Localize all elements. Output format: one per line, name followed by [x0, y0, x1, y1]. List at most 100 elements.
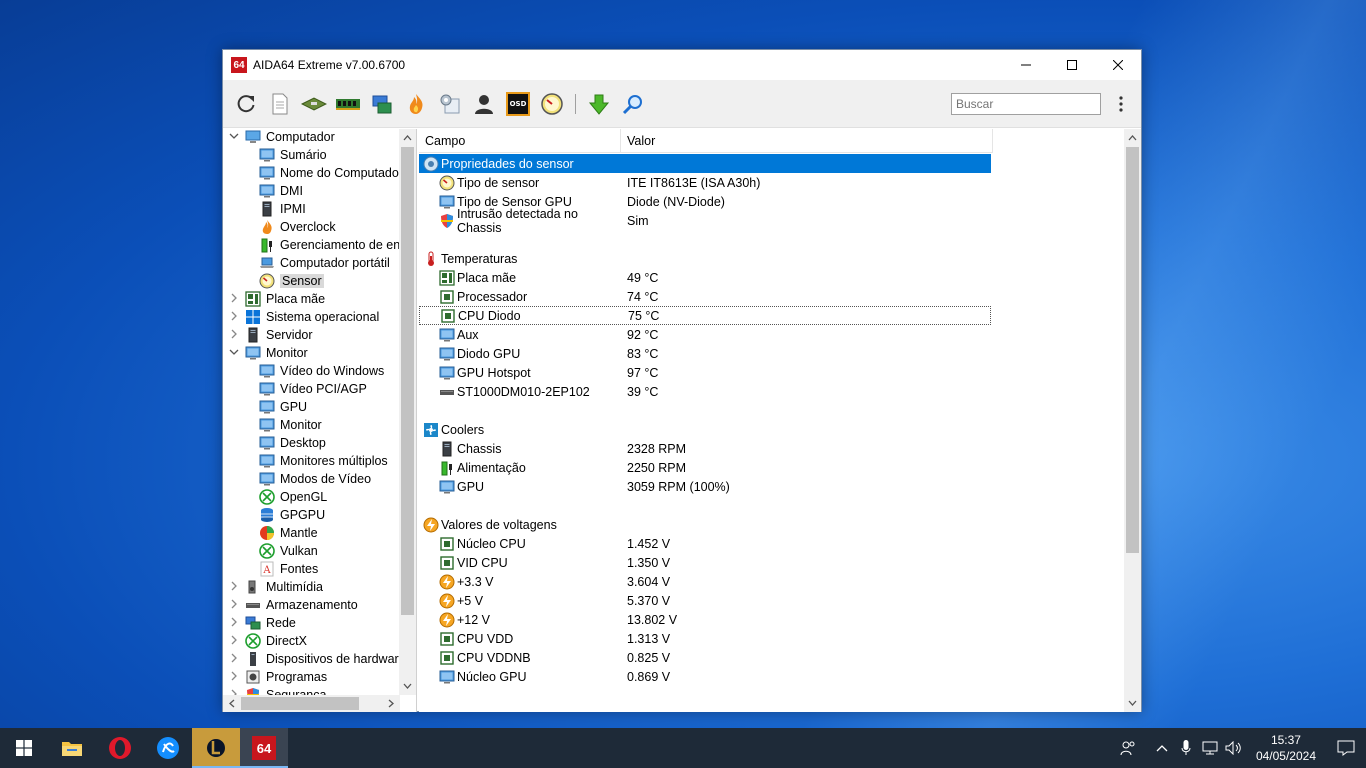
- more-options-button[interactable]: [1107, 90, 1135, 118]
- tree-item-computador-portátil[interactable]: Computador portátil: [247, 254, 390, 272]
- sensor-row[interactable]: Processador 74 °C: [419, 287, 991, 306]
- sensor-row[interactable]: ST1000DM010-2EP102 39 °C: [419, 382, 991, 401]
- tree-item-sensor[interactable]: Sensor: [247, 272, 324, 290]
- people-button[interactable]: [1116, 728, 1140, 768]
- sensor-row[interactable]: CPU Diodo 75 °C: [419, 306, 991, 325]
- sensor-row[interactable]: Alimentação 2250 RPM: [419, 458, 991, 477]
- expand-icon[interactable]: [227, 329, 241, 342]
- show-hidden-icons-button[interactable]: [1150, 728, 1174, 768]
- group-header-row[interactable]: Temperaturas: [419, 249, 991, 268]
- league-button[interactable]: [192, 728, 240, 768]
- tree-item-sumário[interactable]: Sumário: [247, 146, 327, 164]
- refresh-button[interactable]: [229, 87, 263, 121]
- tree-item-sistema-operacional[interactable]: Sistema operacional: [227, 308, 379, 326]
- sensor-row[interactable]: Tipo de sensor ITE IT8613E (ISA A30h): [419, 173, 991, 192]
- tree-item-monitor[interactable]: Monitor: [227, 344, 308, 362]
- tree-item-opengl[interactable]: OpenGL: [247, 488, 327, 506]
- volume-button[interactable]: [1222, 728, 1246, 768]
- expand-icon[interactable]: [227, 653, 241, 666]
- tree-hscroll-thumb[interactable]: [241, 697, 359, 710]
- tree-vertical-scrollbar[interactable]: [399, 129, 416, 695]
- tree-item-servidor[interactable]: Servidor: [227, 326, 313, 344]
- group-header-row[interactable]: Valores de voltagens: [419, 515, 991, 534]
- column-field-header[interactable]: Campo: [419, 129, 621, 153]
- tree-item-programas[interactable]: Programas: [227, 668, 327, 686]
- expand-icon[interactable]: [227, 617, 241, 630]
- main-vscroll-thumb[interactable]: [1126, 147, 1139, 553]
- tree-item-ipmi[interactable]: IPMI: [247, 200, 306, 218]
- expand-icon[interactable]: [227, 581, 241, 594]
- action-center-button[interactable]: [1326, 728, 1366, 768]
- battlenet-button[interactable]: [144, 728, 192, 768]
- search-button[interactable]: [616, 87, 650, 121]
- sensor-row[interactable]: +3.3 V 3.604 V: [419, 572, 991, 591]
- network-tray-button[interactable]: [1198, 728, 1222, 768]
- sensor-row[interactable]: Diodo GPU 83 °C: [419, 344, 991, 363]
- sensor-row[interactable]: GPU 3059 RPM (100%): [419, 477, 991, 496]
- tree-item-nome-do-computador[interactable]: Nome do Computador: [247, 164, 403, 182]
- tree-item-gpgpu[interactable]: GPGPU: [247, 506, 325, 524]
- sensor-row[interactable]: Aux 92 °C: [419, 325, 991, 344]
- aida64-taskbar-button[interactable]: 64: [240, 728, 288, 768]
- expand-icon[interactable]: [227, 293, 241, 306]
- main-vertical-scrollbar[interactable]: [1124, 129, 1141, 712]
- close-button[interactable]: [1095, 50, 1141, 80]
- sensor-row[interactable]: Núcleo CPU 1.452 V: [419, 534, 991, 553]
- search-input[interactable]: [951, 92, 1101, 115]
- tree-horizontal-scrollbar[interactable]: [223, 695, 400, 712]
- user-button[interactable]: [467, 87, 501, 121]
- sensor-row[interactable]: +12 V 13.802 V: [419, 610, 991, 629]
- tree-item-gpu[interactable]: GPU: [247, 398, 307, 416]
- tree-item-computador[interactable]: Computador: [227, 129, 335, 146]
- maximize-button[interactable]: [1049, 50, 1095, 80]
- sensor-row[interactable]: CPU VDD 1.313 V: [419, 629, 991, 648]
- tree-item-modos-de-vídeo[interactable]: Modos de Vídeo: [247, 470, 371, 488]
- file-explorer-button[interactable]: [48, 728, 96, 768]
- tree-item-placa-mãe[interactable]: Placa mãe: [227, 290, 325, 308]
- opera-button[interactable]: [96, 728, 144, 768]
- tree-item-multimídia[interactable]: Multimídia: [227, 578, 323, 596]
- tree-item-fontes[interactable]: A Fontes: [247, 560, 318, 578]
- tree-item-overclock[interactable]: Overclock: [247, 218, 336, 236]
- clock[interactable]: 15:37 04/05/2024: [1256, 732, 1316, 764]
- tree-item-desktop[interactable]: Desktop: [247, 434, 326, 452]
- tree-item-monitores-múltiplos[interactable]: Monitores múltiplos: [247, 452, 388, 470]
- report-button[interactable]: [263, 87, 297, 121]
- motherboard-button[interactable]: [297, 87, 331, 121]
- sensor-row[interactable]: Chassis 2328 RPM: [419, 439, 991, 458]
- sensor-row[interactable]: Placa mãe 49 °C: [419, 268, 991, 287]
- tree-item-dispositivos-de-hardware[interactable]: Dispositivos de hardware: [227, 650, 406, 668]
- sensor-row[interactable]: VID CPU 1.350 V: [419, 553, 991, 572]
- column-value-header[interactable]: Valor: [621, 129, 993, 153]
- tree-vscroll-thumb[interactable]: [401, 147, 414, 615]
- tree-item-armazenamento[interactable]: Armazenamento: [227, 596, 358, 614]
- title-bar[interactable]: 64 AIDA64 Extreme v7.00.6700: [223, 50, 1141, 80]
- expand-icon[interactable]: [227, 635, 241, 648]
- group-header-row[interactable]: Propriedades do sensor: [419, 154, 991, 173]
- tree-item-vídeo-do-windows[interactable]: Vídeo do Windows: [247, 362, 384, 380]
- sensor-row[interactable]: Núcleo GPU 0.869 V: [419, 667, 991, 686]
- expand-icon[interactable]: [227, 671, 241, 684]
- osd-button[interactable]: OSD: [501, 87, 535, 121]
- sensor-row[interactable]: Intrusão detectada no Chassis Sim: [419, 207, 991, 235]
- minimize-button[interactable]: [1003, 50, 1049, 80]
- tree-item-mantle[interactable]: Mantle: [247, 524, 318, 542]
- tree-item-vulkan[interactable]: Vulkan: [247, 542, 318, 560]
- tree-item-vídeo-pci-agp[interactable]: Vídeo PCI/AGP: [247, 380, 367, 398]
- tree-item-gerenciamento-de-energia[interactable]: Gerenciamento de energia: [247, 236, 416, 254]
- tools-button[interactable]: [433, 87, 467, 121]
- navigation-tree[interactable]: SegurançaProgramasDispositivos de hardwa…: [223, 129, 417, 712]
- update-button[interactable]: [582, 87, 616, 121]
- sensor-row[interactable]: +5 V 5.370 V: [419, 591, 991, 610]
- collapse-icon[interactable]: [227, 131, 241, 144]
- collapse-icon[interactable]: [227, 347, 241, 360]
- tree-item-rede[interactable]: Rede: [227, 614, 296, 632]
- overclock-button[interactable]: [399, 87, 433, 121]
- sensor-row[interactable]: CPU VDDNB 0.825 V: [419, 648, 991, 667]
- microphone-button[interactable]: [1174, 728, 1198, 768]
- memory-button[interactable]: [331, 87, 365, 121]
- expand-icon[interactable]: [227, 311, 241, 324]
- tree-item-monitor[interactable]: Monitor: [247, 416, 322, 434]
- start-button[interactable]: [0, 728, 48, 768]
- tree-item-directx[interactable]: DirectX: [227, 632, 307, 650]
